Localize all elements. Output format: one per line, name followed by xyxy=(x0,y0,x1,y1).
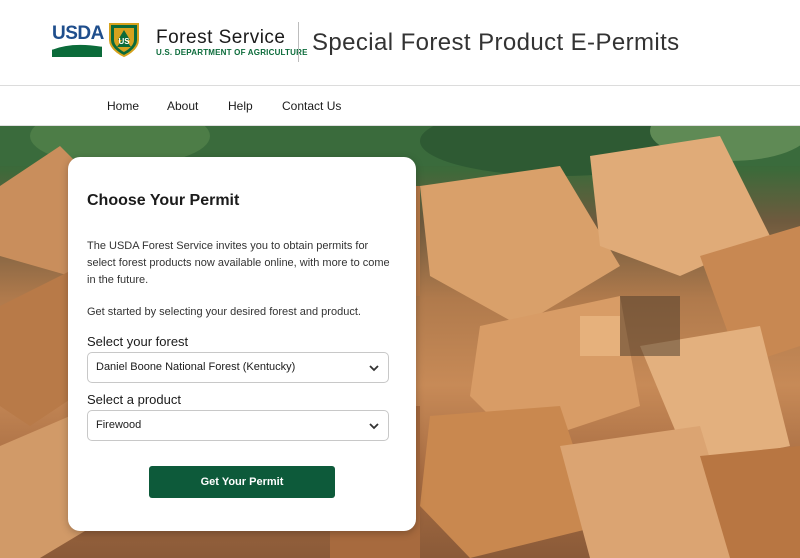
forest-select-value: Daniel Boone National Forest (Kentucky) xyxy=(96,361,296,373)
fs-shield-text: US xyxy=(118,37,130,46)
chevron-down-icon xyxy=(369,423,379,430)
agency-subtitle: U.S. DEPARTMENT OF AGRICULTURE xyxy=(156,48,308,57)
main-nav: Home About Help Contact Us xyxy=(0,86,800,126)
nav-contact-us[interactable]: Contact Us xyxy=(282,99,341,113)
forest-select-label: Select your forest xyxy=(87,334,189,349)
forest-select[interactable]: Daniel Boone National Forest (Kentucky) xyxy=(87,352,389,383)
site-header: USDA US Forest Service U.S. DEPARTMENT O… xyxy=(0,0,800,86)
get-started-text: Get started by selecting your desired fo… xyxy=(87,306,361,318)
product-select-label: Select a product xyxy=(87,392,181,407)
nav-about[interactable]: About xyxy=(167,99,198,113)
page-title: Special Forest Product E-Permits xyxy=(312,29,680,56)
card-title: Choose Your Permit xyxy=(87,192,240,209)
usda-swoosh-icon xyxy=(52,43,102,57)
card-description: The USDA Forest Service invites you to o… xyxy=(87,240,390,286)
product-select-value: Firewood xyxy=(96,419,142,431)
permit-card: Choose Your Permit The USDA Forest Servi… xyxy=(68,157,416,531)
agency-title: Forest Service xyxy=(156,27,286,48)
nav-help[interactable]: Help xyxy=(228,99,253,113)
forest-service-shield-icon[interactable]: US xyxy=(108,22,140,58)
header-divider xyxy=(298,22,299,62)
get-permit-button[interactable]: Get Your Permit xyxy=(149,466,335,498)
product-select[interactable]: Firewood xyxy=(87,410,389,441)
usda-logo[interactable]: USDA xyxy=(52,23,104,58)
nav-home[interactable]: Home xyxy=(107,99,139,113)
chevron-down-icon xyxy=(369,365,379,372)
usda-logo-text: USDA xyxy=(52,23,104,44)
